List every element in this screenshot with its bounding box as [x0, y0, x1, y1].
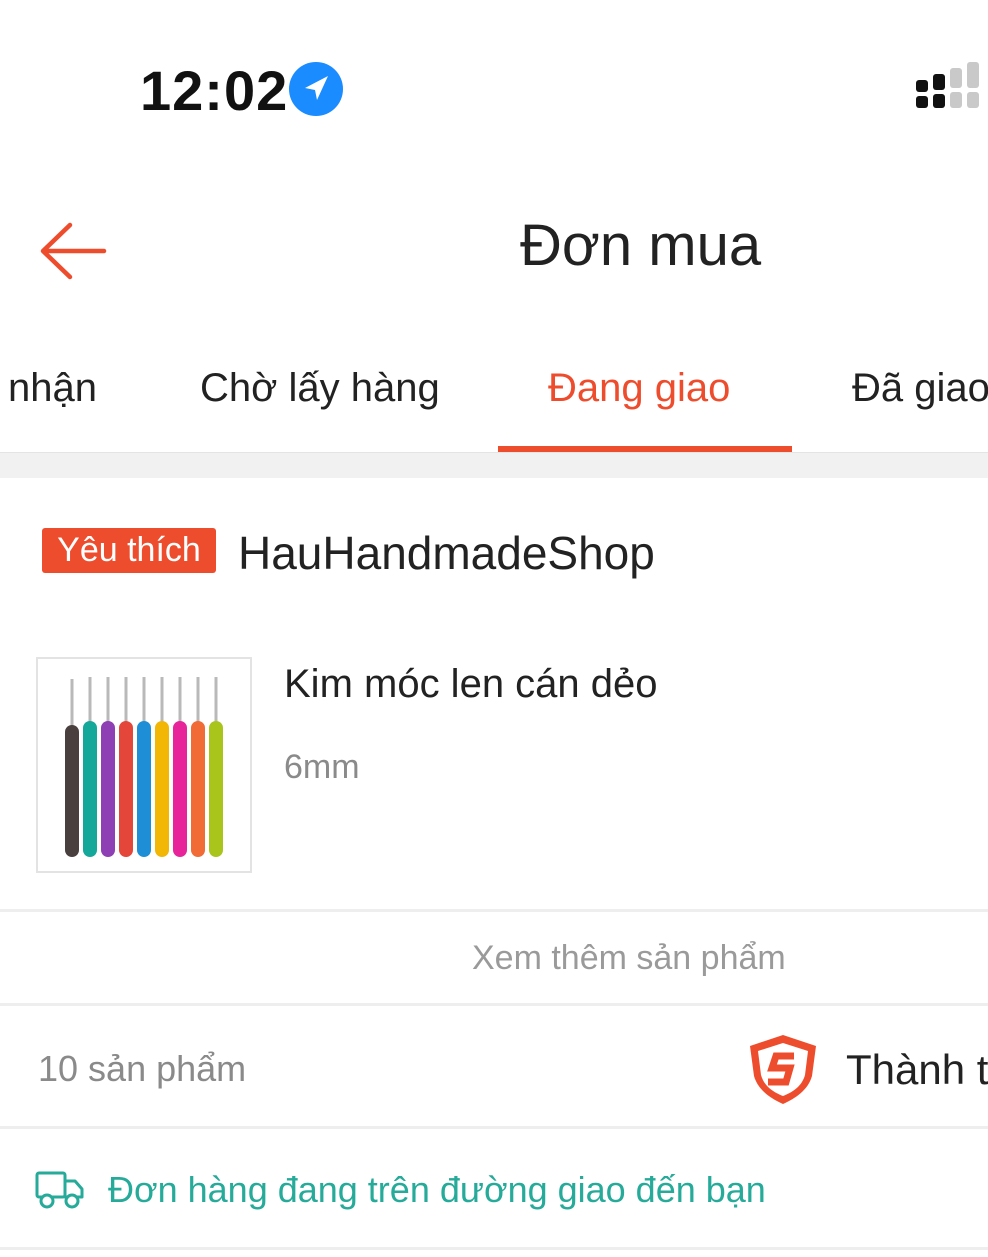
- total-label: Thành t: [846, 1046, 988, 1093]
- arrow-left-icon: [40, 222, 107, 280]
- product-name: Kim móc len cán dẻo: [284, 662, 658, 706]
- product-variant: 6mm: [284, 748, 360, 786]
- see-more-products-button[interactable]: Xem thêm sản phẩm: [0, 913, 988, 1003]
- item-count: 10 sản phẩm: [38, 1048, 247, 1089]
- crochet-hooks-image: [65, 677, 223, 857]
- section-gap: [0, 452, 988, 478]
- divider: [0, 1247, 988, 1250]
- status-time: 12:02: [140, 59, 289, 122]
- favorite-shop-badge: Yêu thích: [42, 528, 216, 573]
- tab-cho-nhan[interactable]: nhận: [8, 366, 97, 411]
- see-more-label: Xem thêm sản phẩm: [472, 939, 786, 977]
- cellular-signal-icon: [916, 62, 979, 108]
- shipping-status-row[interactable]: Đơn hàng đang trên đường giao đến bạn: [0, 1129, 988, 1247]
- truck-icon: [35, 1171, 84, 1209]
- location-arrow-icon: [289, 62, 343, 116]
- order-product-item[interactable]: Kim móc len cán dẻo 6mm: [0, 628, 988, 910]
- shop-row[interactable]: Yêu thích HauHandmadeShop: [0, 478, 988, 628]
- app-header: Đơn mua: [0, 150, 988, 340]
- status-bar: 12:02: [0, 0, 988, 150]
- order-status-tabs: nhận Chờ lấy hàng Đang giao Đã giao: [0, 340, 988, 452]
- tab-da-giao[interactable]: Đã giao: [852, 366, 988, 411]
- tab-dang-giao[interactable]: Đang giao: [548, 366, 730, 411]
- shipping-status-text: Đơn hàng đang trên đường giao đến bạn: [108, 1169, 766, 1210]
- page-title: Đơn mua: [520, 213, 762, 278]
- divider: [0, 909, 988, 912]
- shop-name[interactable]: HauHandmadeShop: [238, 526, 655, 580]
- shield-icon: [750, 1035, 816, 1104]
- back-button[interactable]: [30, 215, 120, 285]
- tab-cho-lay-hang[interactable]: Chờ lấy hàng: [200, 366, 440, 411]
- product-thumbnail[interactable]: [36, 657, 252, 873]
- order-summary: 10 sản phẩm Thành t: [0, 1006, 988, 1126]
